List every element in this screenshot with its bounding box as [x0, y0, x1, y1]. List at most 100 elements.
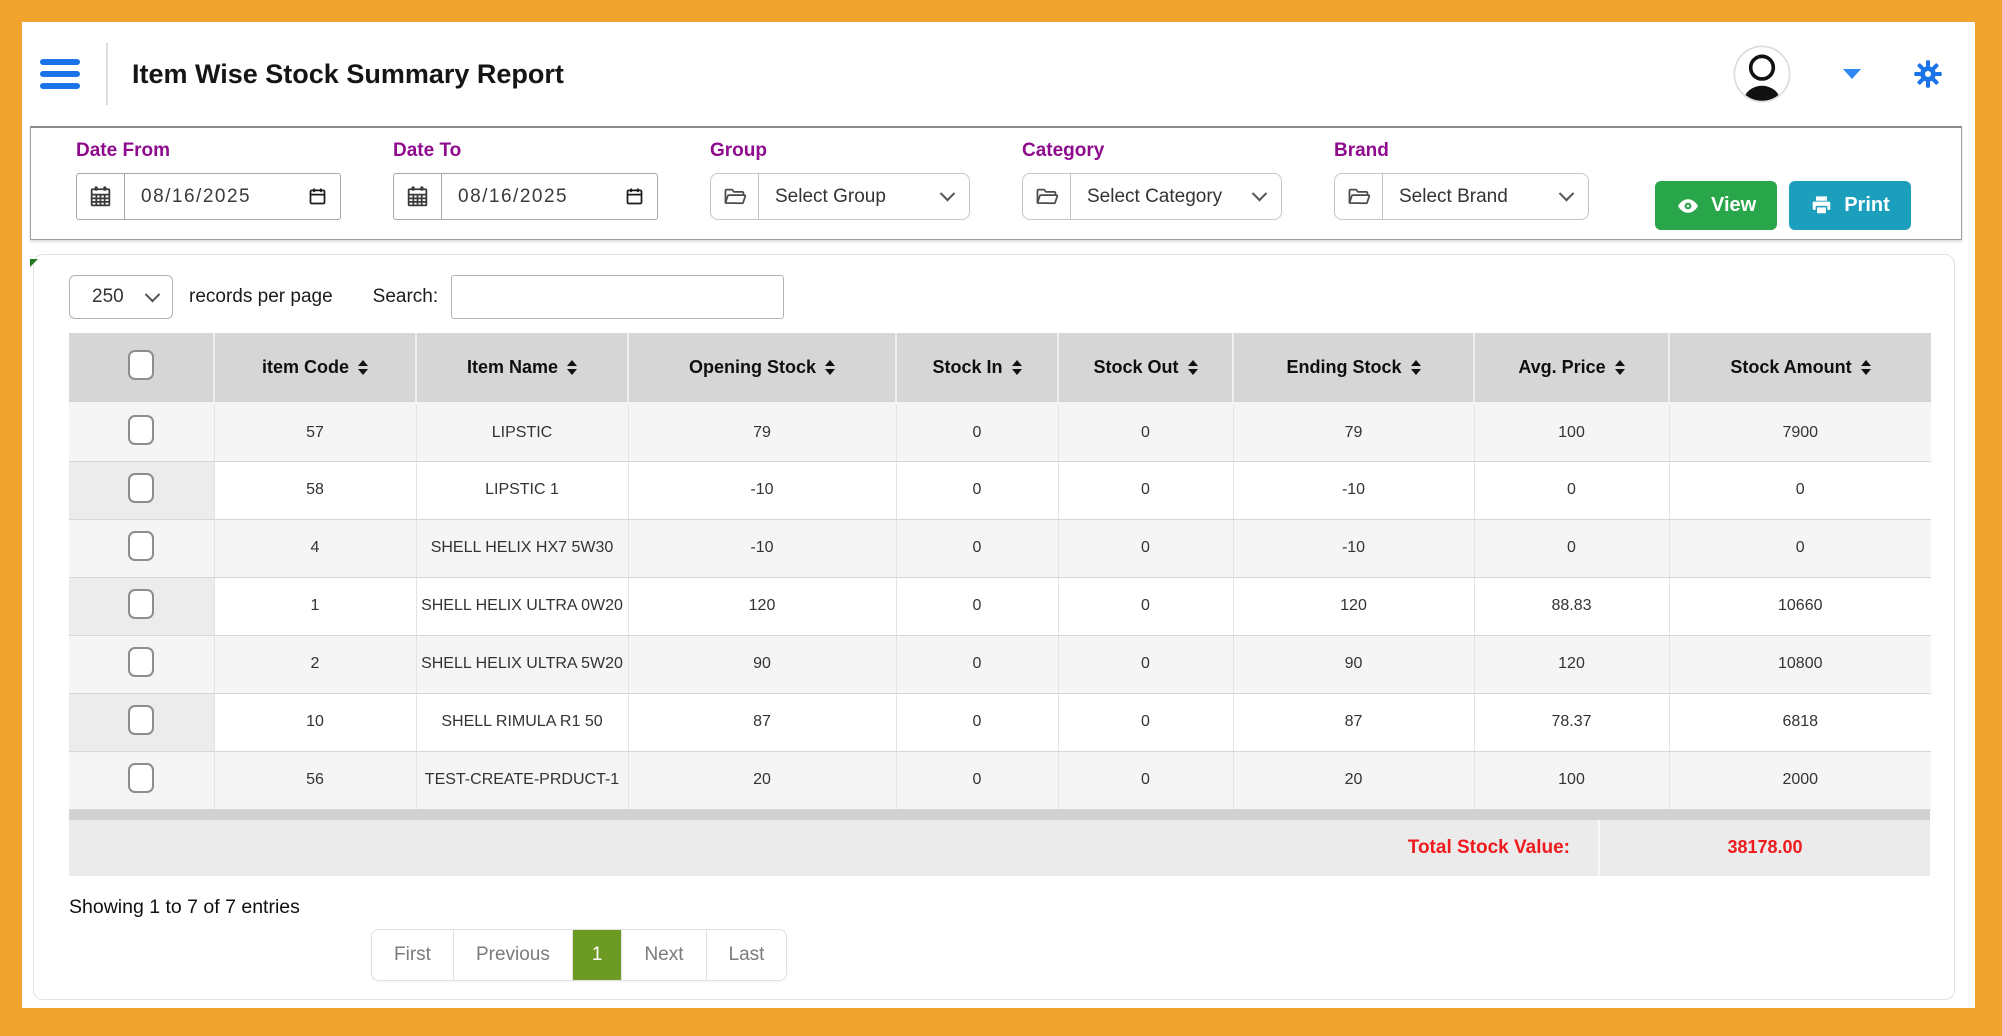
column-header-label: Ending Stock	[1286, 357, 1401, 378]
cell: 120	[1233, 577, 1474, 635]
checkbox-cell	[69, 577, 214, 635]
cell: TEST-CREATE-PRDUCT-1	[416, 751, 628, 809]
table-row: 58LIPSTIC 1-1000-1000	[69, 461, 1931, 519]
table-row: 57LIPSTIC7900791007900	[69, 403, 1931, 461]
search-input[interactable]	[451, 275, 784, 319]
column-header-label: Avg. Price	[1518, 357, 1605, 378]
cell: 20	[1233, 751, 1474, 809]
sort-up-arrow	[1411, 360, 1421, 366]
sort-down-arrow	[1411, 369, 1421, 375]
sort-icon	[825, 360, 835, 375]
user-dropdown-caret-icon[interactable]	[1843, 69, 1861, 79]
page-size-select[interactable]: 250	[69, 275, 173, 319]
row-checkbox[interactable]	[128, 705, 154, 735]
sort-icon	[1861, 360, 1871, 375]
cell: 120	[1474, 635, 1669, 693]
page-button-previous[interactable]: Previous	[453, 930, 572, 980]
horizontal-scrollbar-track[interactable]	[69, 810, 1930, 820]
table-header-row: item Code Item Name Opening Stock Stock In S…	[69, 333, 1931, 403]
cell: 90	[1233, 635, 1474, 693]
cell: 56	[214, 751, 416, 809]
stock-summary-table: item Code Item Name Opening Stock Stock In S…	[69, 333, 1931, 810]
row-checkbox[interactable]	[128, 531, 154, 561]
search-label: Search:	[373, 286, 438, 308]
column-header-stock-amount[interactable]: Stock Amount	[1669, 333, 1931, 403]
cell: 79	[628, 403, 896, 461]
cell: 88.83	[1474, 577, 1669, 635]
date-picker-icon[interactable]	[624, 186, 645, 207]
brand-select-value: Select Brand	[1383, 186, 1561, 208]
cell: 0	[1669, 461, 1931, 519]
page-button-next[interactable]: Next	[621, 930, 705, 980]
cell: -10	[628, 519, 896, 577]
report-card: 250 records per page Search: item CodeIt…	[33, 254, 1955, 1000]
date-from-field: Date From 08/16/2025	[76, 140, 341, 220]
group-select[interactable]: Select Group	[710, 173, 970, 220]
cell: 0	[1058, 519, 1233, 577]
column-header-content: Item Name	[467, 357, 577, 378]
cell: 0	[896, 519, 1058, 577]
cell: 0	[1474, 461, 1669, 519]
column-header-label: Opening Stock	[689, 357, 816, 378]
cell: 90	[628, 635, 896, 693]
brand-select[interactable]: Select Brand	[1334, 173, 1589, 220]
cell: SHELL HELIX ULTRA 5W20	[416, 635, 628, 693]
row-checkbox[interactable]	[128, 415, 154, 445]
cell: 0	[896, 577, 1058, 635]
date-to-input[interactable]: 08/16/2025	[393, 173, 658, 220]
column-header-content: item Code	[262, 357, 368, 378]
column-header-opening-stock[interactable]: Opening Stock	[628, 333, 896, 403]
column-header-label: Item Name	[467, 357, 558, 378]
print-button[interactable]: Print	[1789, 181, 1911, 230]
column-header-content: Stock Out	[1093, 357, 1197, 378]
cell: 58	[214, 461, 416, 519]
total-stock-value: 38178.00	[1598, 820, 1930, 876]
brand-field: Brand Select Brand	[1334, 140, 1589, 220]
chevron-down-icon	[1252, 186, 1268, 202]
showing-entries-text: Showing 1 to 7 of 7 entries	[69, 896, 1930, 919]
settings-gear-icon[interactable]	[1913, 59, 1943, 89]
sort-icon	[1012, 360, 1022, 375]
cell: -10	[628, 461, 896, 519]
column-header-item-code[interactable]: item Code	[214, 333, 416, 403]
cell: LIPSTIC 1	[416, 461, 628, 519]
top-header: Item Wise Stock Summary Report	[22, 22, 1975, 126]
sort-down-arrow	[825, 369, 835, 375]
table-row: 10SHELL RIMULA R1 5087008778.376818	[69, 693, 1931, 751]
column-header-stock-in[interactable]: Stock In	[896, 333, 1058, 403]
page-title: Item Wise Stock Summary Report	[132, 59, 564, 90]
brand-label: Brand	[1334, 140, 1589, 162]
user-avatar[interactable]	[1733, 45, 1791, 103]
page-button-1[interactable]: 1	[572, 930, 622, 980]
row-checkbox[interactable]	[128, 589, 154, 619]
page-button-first[interactable]: First	[372, 930, 453, 980]
page-button-last[interactable]: Last	[706, 930, 787, 980]
cell: 4	[214, 519, 416, 577]
cell: 10800	[1669, 635, 1931, 693]
column-header-stock-out[interactable]: Stock Out	[1058, 333, 1233, 403]
row-checkbox[interactable]	[128, 473, 154, 503]
row-checkbox[interactable]	[128, 763, 154, 793]
cell: 0	[1058, 751, 1233, 809]
column-header-avg-price[interactable]: Avg. Price	[1474, 333, 1669, 403]
sort-up-arrow	[1012, 360, 1022, 366]
column-header-label: item Code	[262, 357, 349, 378]
column-header-label: Stock Out	[1093, 357, 1178, 378]
date-picker-icon[interactable]	[307, 186, 328, 207]
column-header-item-name[interactable]: Item Name	[416, 333, 628, 403]
window-frame: Item Wise Stock Summary Report	[0, 0, 2002, 1036]
sort-icon	[1615, 360, 1625, 375]
hamburger-menu-icon[interactable]	[40, 59, 80, 89]
resize-corner-mark	[30, 259, 38, 267]
row-checkbox[interactable]	[128, 350, 154, 380]
cell: 10660	[1669, 577, 1931, 635]
date-from-input[interactable]: 08/16/2025	[76, 173, 341, 220]
cell: 1	[214, 577, 416, 635]
column-header-ending-stock[interactable]: Ending Stock	[1233, 333, 1474, 403]
header-divider	[106, 43, 108, 105]
row-checkbox[interactable]	[128, 647, 154, 677]
category-select[interactable]: Select Category	[1022, 173, 1282, 220]
date-from-value: 08/16/2025	[125, 186, 307, 208]
view-button[interactable]: View	[1655, 181, 1777, 230]
date-to-label: Date To	[393, 140, 658, 162]
